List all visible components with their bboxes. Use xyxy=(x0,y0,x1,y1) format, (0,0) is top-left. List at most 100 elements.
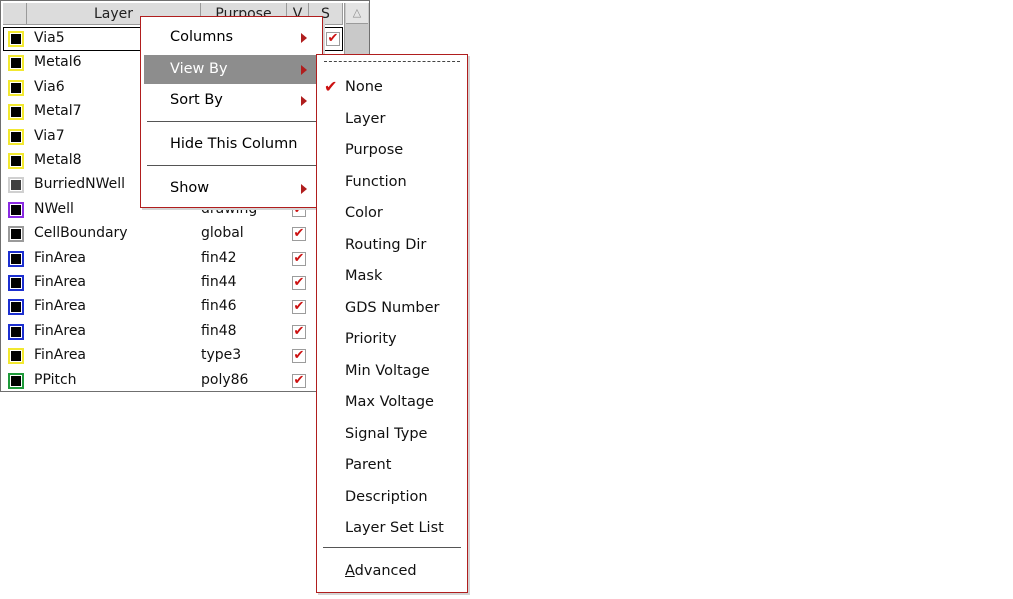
layer-name: Via5 xyxy=(34,30,65,46)
swatch-fill xyxy=(11,180,21,191)
menu-item-hide-this-column[interactable]: Hide This Column xyxy=(144,130,319,159)
table-row[interactable]: FinAreafin44✔✔ xyxy=(3,271,343,295)
menu-item-show[interactable]: Show xyxy=(144,174,319,203)
view-by-item-layer-set-list[interactable]: Layer Set List xyxy=(320,514,464,544)
layer-color-swatch[interactable] xyxy=(8,79,24,96)
layer-color-swatch[interactable] xyxy=(8,104,24,121)
layer-name: PPitch xyxy=(34,371,77,388)
tear-off-line[interactable] xyxy=(324,61,460,62)
menu-separator xyxy=(147,165,316,166)
layer-color-swatch[interactable] xyxy=(8,177,24,194)
layer-purpose: fin48 xyxy=(201,322,237,339)
visible-checkbox[interactable]: ✔ xyxy=(292,324,306,339)
menu-separator xyxy=(147,121,316,122)
swatch-column-header[interactable] xyxy=(3,3,27,25)
label-rest: dvanced xyxy=(354,563,417,579)
view-by-item-none[interactable]: ✔ None xyxy=(320,73,464,103)
layer-name: NWell xyxy=(34,200,74,217)
view-by-item-priority[interactable]: Priority xyxy=(320,325,464,355)
view-by-item-mask[interactable]: Mask xyxy=(320,262,464,292)
view-by-item-function[interactable]: Function xyxy=(320,168,464,198)
selectable-checkbox[interactable]: ✔ xyxy=(326,32,340,46)
layer-color-swatch[interactable] xyxy=(8,323,24,340)
menu-item-label: Priority xyxy=(345,331,397,347)
swatch-fill xyxy=(11,326,21,337)
layer-purpose: fin42 xyxy=(201,249,237,266)
mnemonic-letter: A xyxy=(345,563,355,579)
layer-purpose: fin46 xyxy=(201,298,237,315)
layer-name: BurriedNWell xyxy=(34,176,126,193)
table-row[interactable]: FinAreatype3✔✔ xyxy=(3,344,343,368)
scroll-up-arrow-icon[interactable]: △ xyxy=(346,3,368,24)
visible-checkbox[interactable]: ✔ xyxy=(292,349,306,364)
view-by-item-max-voltage[interactable]: Max Voltage xyxy=(320,388,464,418)
menu-item-label: Parent xyxy=(345,457,392,473)
layer-name: CellBoundary xyxy=(34,225,128,242)
layer-color-swatch[interactable] xyxy=(8,201,24,218)
menu-item-columns[interactable]: Columns xyxy=(144,23,319,52)
layer-name: Metal7 xyxy=(34,103,82,120)
view-by-item-min-voltage[interactable]: Min Voltage xyxy=(320,357,464,387)
menu-item-sort-by[interactable]: Sort By xyxy=(144,86,319,115)
layer-color-swatch[interactable] xyxy=(8,299,24,316)
menu-item-label: Purpose xyxy=(345,142,404,158)
menu-item-label: GDS Number xyxy=(345,299,440,316)
visible-checkbox[interactable]: ✔ xyxy=(292,373,306,388)
view-by-item-signal-type[interactable]: Signal Type xyxy=(320,420,464,450)
menu-item-label: Max Voltage xyxy=(345,394,434,410)
menu-item-label: Function xyxy=(345,173,407,190)
table-row[interactable]: FinAreafin46✔✔ xyxy=(3,295,343,319)
swatch-fill xyxy=(11,278,21,288)
menu-item-label: Hide This Column xyxy=(170,136,298,152)
layer-color-swatch[interactable] xyxy=(8,275,24,291)
visible-checkbox[interactable]: ✔ xyxy=(292,276,306,290)
visible-checkbox[interactable]: ✔ xyxy=(292,251,306,266)
layer-color-swatch[interactable] xyxy=(8,250,24,267)
menu-item-advanced[interactable]: Advanced xyxy=(320,557,464,587)
submenu-arrow-icon xyxy=(301,65,307,75)
swatch-fill xyxy=(11,131,21,142)
view-by-item-gds-number[interactable]: GDS Number xyxy=(320,294,464,324)
view-by-item-parent[interactable]: Parent xyxy=(320,451,464,481)
visible-checkbox[interactable]: ✔ xyxy=(292,227,306,242)
layer-color-swatch[interactable] xyxy=(8,348,24,365)
layer-color-swatch[interactable] xyxy=(8,226,24,243)
view-by-item-layer[interactable]: Layer xyxy=(320,105,464,135)
table-row[interactable]: CellBoundaryglobal✔✔ xyxy=(3,222,343,246)
layer-purpose: type3 xyxy=(201,347,242,364)
view-by-item-purpose[interactable]: Purpose xyxy=(320,136,464,166)
layer-name: FinArea xyxy=(34,322,87,339)
view-by-item-color[interactable]: Color xyxy=(320,199,464,229)
layer-purpose: global xyxy=(201,225,244,242)
layer-color-swatch[interactable] xyxy=(8,31,24,47)
layer-name: FinArea xyxy=(34,249,87,266)
swatch-fill xyxy=(11,253,21,264)
swatch-fill xyxy=(11,375,21,386)
table-row[interactable]: FinAreafin48✔✔ xyxy=(3,320,343,344)
table-row[interactable]: PPitchpoly86✔✔ xyxy=(3,369,343,391)
menu-item-label: Sort By xyxy=(170,92,223,108)
layer-name: Metal8 xyxy=(34,152,82,168)
swatch-fill xyxy=(11,34,21,44)
swatch-fill xyxy=(11,351,21,362)
layer-color-swatch[interactable] xyxy=(8,153,24,169)
menu-item-label: Layer Set List xyxy=(345,520,444,536)
swatch-fill xyxy=(11,204,21,215)
menu-item-label: None xyxy=(345,79,383,95)
view-by-item-routing-dir[interactable]: Routing Dir xyxy=(320,231,464,261)
menu-item-label: Description xyxy=(345,488,428,505)
menu-item-label: Mask xyxy=(345,268,383,284)
view-by-submenu: ✔ None Layer Purpose Function Color Routing Di… xyxy=(316,54,468,593)
swatch-fill xyxy=(11,156,21,166)
layer-color-swatch[interactable] xyxy=(8,128,24,145)
layer-name: Via7 xyxy=(34,127,65,144)
menu-separator xyxy=(323,547,461,548)
visible-checkbox[interactable]: ✔ xyxy=(292,300,306,315)
layer-color-swatch[interactable] xyxy=(8,55,24,72)
view-by-item-description[interactable]: Description xyxy=(320,483,464,513)
layer-name: FinArea xyxy=(34,347,87,364)
table-row[interactable]: FinAreafin42✔✔ xyxy=(3,247,343,271)
layer-color-swatch[interactable] xyxy=(8,372,24,389)
menu-item-view-by[interactable]: View By xyxy=(144,55,319,84)
menu-item-label: Show xyxy=(170,180,210,196)
